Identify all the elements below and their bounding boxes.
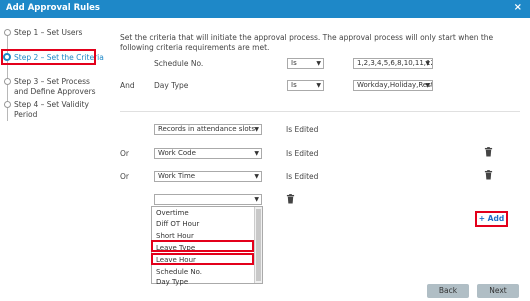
step-4-dot-icon <box>4 101 11 108</box>
criteria-2-conjunction: And <box>120 81 135 90</box>
chevron-down-icon: ▼ <box>425 82 430 89</box>
criteria-1-operator-value: Is <box>291 59 297 67</box>
divider <box>120 111 520 112</box>
condition-3-trash-icon[interactable] <box>484 170 493 180</box>
chevron-down-icon: ▼ <box>425 60 430 67</box>
condition-1-field-value: Records in attendance slots <box>158 125 256 133</box>
condition-3-field-select[interactable]: Work Time ▼ <box>154 171 262 182</box>
dropdown-option-schedule-no[interactable]: Schedule No. <box>156 268 202 276</box>
window-title: Add Approval Rules <box>6 3 100 13</box>
criteria-2-field: Day Type <box>154 81 189 90</box>
criteria-description: Set the criteria that will initiate the … <box>120 33 494 52</box>
criteria-panel: Set the criteria that will initiate the … <box>110 18 530 301</box>
dropdown-option-short-hour[interactable]: Short Hour <box>156 232 194 240</box>
new-condition-trash-icon[interactable] <box>286 194 295 204</box>
criteria-2-value: Workday,Holiday,Rest <box>357 81 433 89</box>
back-button[interactable]: Back <box>427 284 469 298</box>
condition-3-conjunction: Or <box>120 172 129 181</box>
chevron-down-icon: ▼ <box>254 173 259 180</box>
condition-2-status: Is Edited <box>286 149 319 158</box>
dropdown-option-overtime[interactable]: Overtime <box>156 209 189 217</box>
dropdown-option-day-type[interactable]: Day Type <box>156 278 188 286</box>
dropdown-option-diff-ot-hour[interactable]: Diff OT Hour <box>156 220 199 228</box>
step-4-label-line2: Period <box>14 109 38 119</box>
chevron-down-icon: ▼ <box>316 60 321 67</box>
dropdown-scrollbar-thumb[interactable] <box>256 209 261 281</box>
criteria-1-field: Schedule No. <box>154 59 204 68</box>
step-4-label-line1: Step 4 – Set Validity <box>14 100 89 109</box>
step-3-set-process[interactable]: Step 3 – Set Process and Define Approver… <box>14 77 96 96</box>
condition-2-trash-icon[interactable] <box>484 147 493 157</box>
step-3-label-line2: and Define Approvers <box>14 86 96 96</box>
criteria-2-value-select[interactable]: Workday,Holiday,Rest ▼ <box>353 80 433 91</box>
condition-1-field-select[interactable]: Records in attendance slots ▼ <box>154 124 262 135</box>
criteria-2-operator-value: Is <box>291 81 297 89</box>
window-titlebar: Add Approval Rules × <box>0 0 530 18</box>
step-3-dot-icon <box>4 78 11 85</box>
condition-3-field-value: Work Time <box>158 172 196 180</box>
step-1-set-users[interactable]: Step 1 – Set Users <box>14 28 82 38</box>
criteria-1-value: 1,2,3,4,5,6,8,10,11,12,13,1 <box>357 59 432 67</box>
chevron-down-icon: ▼ <box>254 196 259 203</box>
schedule-no-highlight <box>151 240 254 252</box>
new-condition-field-select[interactable]: ▼ <box>154 194 262 205</box>
chevron-down-icon: ▼ <box>254 150 259 157</box>
criteria-2-operator-select[interactable]: Is ▼ <box>287 80 324 91</box>
dropdown-scrollbar[interactable] <box>254 207 262 283</box>
condition-2-field-select[interactable]: Work Code ▼ <box>154 148 262 159</box>
condition-2-field-value: Work Code <box>158 149 196 157</box>
condition-3-status: Is Edited <box>286 172 319 181</box>
chevron-down-icon: ▼ <box>316 82 321 89</box>
step-2-highlight <box>1 49 96 65</box>
criteria-1-value-select[interactable]: 1,2,3,4,5,6,8,10,11,12,13,1 ▼ <box>353 58 433 69</box>
step-1-dot-icon <box>4 29 11 36</box>
chevron-down-icon: ▼ <box>254 126 259 133</box>
condition-2-conjunction: Or <box>120 149 129 158</box>
add-condition-button[interactable]: + Add <box>475 211 508 227</box>
close-icon[interactable]: × <box>514 2 522 13</box>
day-type-highlight <box>151 253 254 265</box>
step-4-set-validity[interactable]: Step 4 – Set Validity Period <box>14 100 89 119</box>
condition-1-status: Is Edited <box>286 125 319 134</box>
criteria-1-operator-select[interactable]: Is ▼ <box>287 58 324 69</box>
next-button[interactable]: Next <box>477 284 519 298</box>
step-3-label-line1: Step 3 – Set Process <box>14 77 90 86</box>
